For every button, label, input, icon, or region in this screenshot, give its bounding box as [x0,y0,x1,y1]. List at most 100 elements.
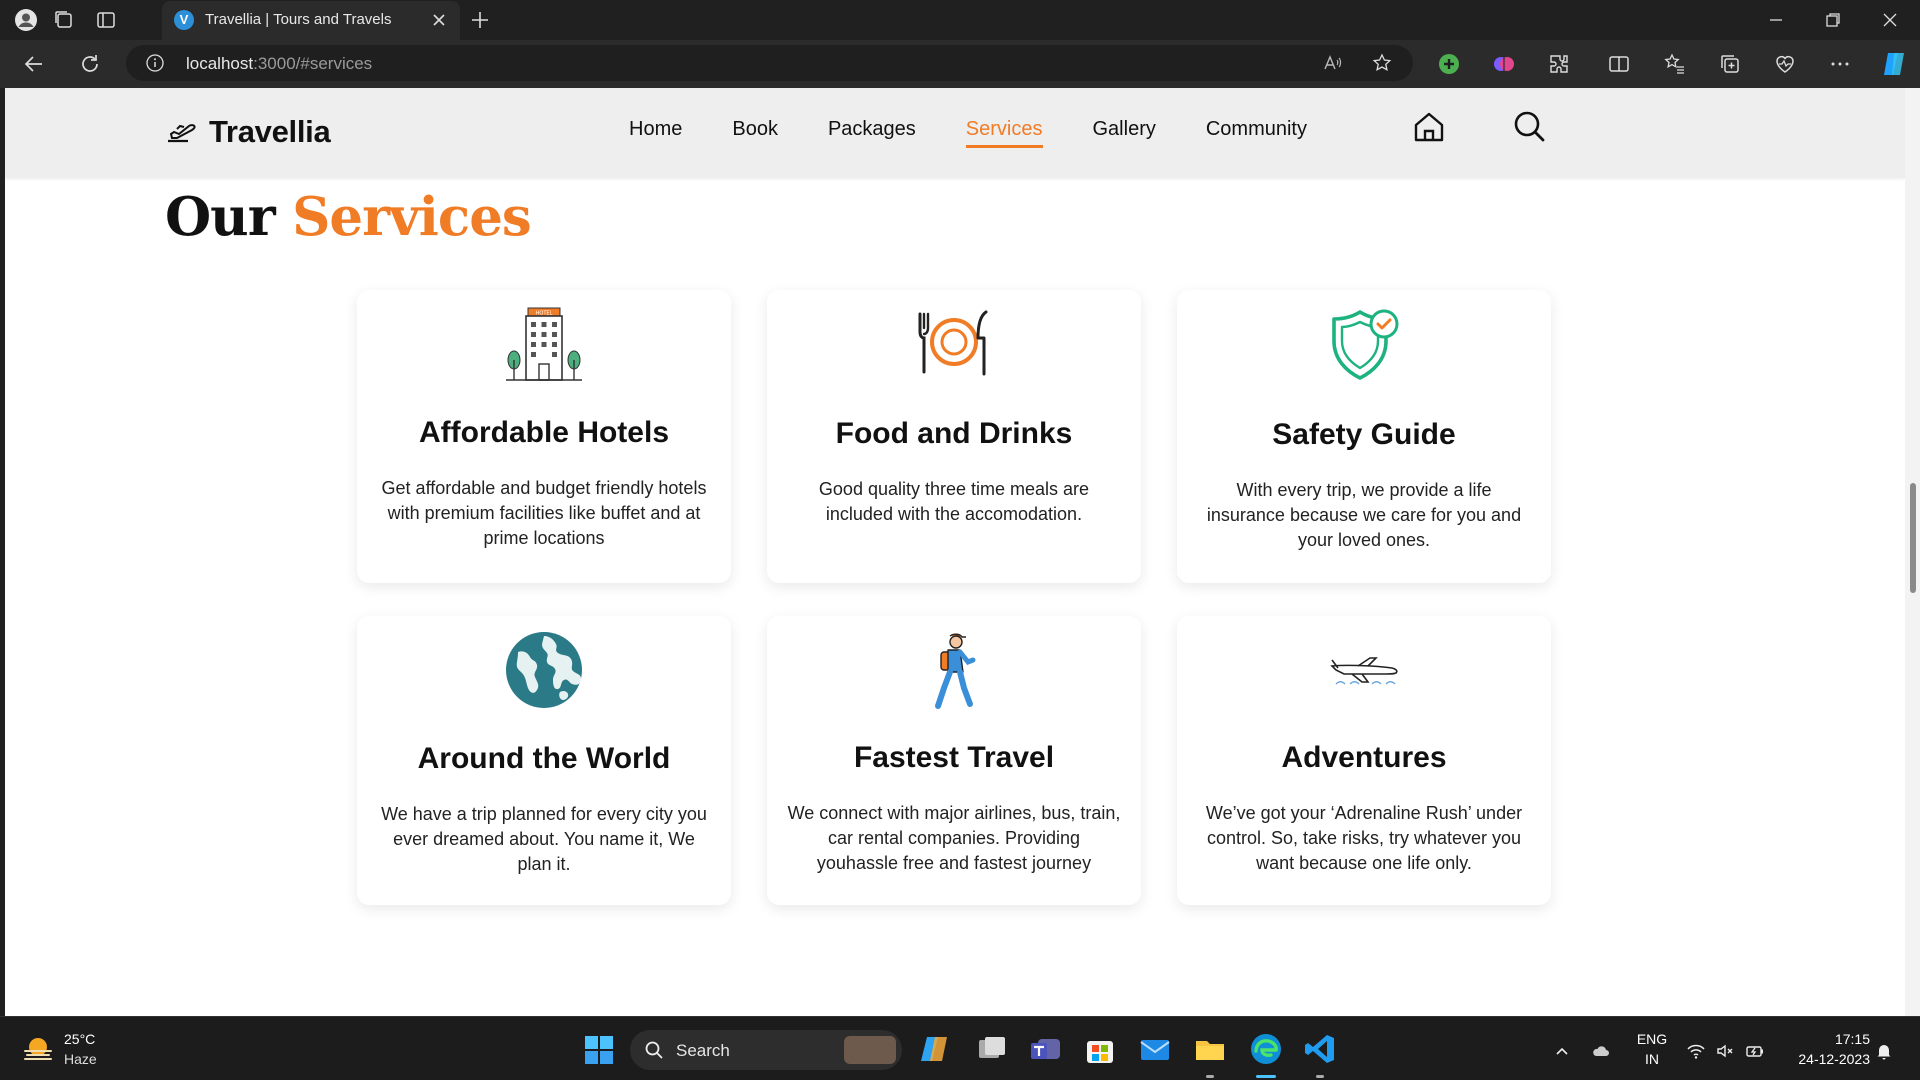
edge-browser-icon[interactable] [1248,1031,1284,1067]
search-icon [645,1041,663,1059]
close-tab-icon[interactable] [428,9,450,31]
nav-services[interactable]: Services [965,118,1043,148]
restore-icon[interactable] [1819,6,1847,34]
site-header: Travellia Home Book Packages Services Ga… [5,88,1905,178]
site-info-icon[interactable] [146,54,164,72]
card-text: Get affordable and budget friendly hotel… [381,478,707,548]
profile-icon[interactable] [14,8,38,32]
site-logo[interactable]: Travellia [165,112,331,152]
home-icon[interactable] [1411,109,1447,145]
card-text: We connect with major airlines, bus, tra… [787,803,1121,873]
nav-community[interactable]: Community [1206,118,1307,148]
minimize-icon[interactable] [1762,6,1790,34]
nav-gallery[interactable]: Gallery [1093,118,1156,148]
wifi-icon[interactable] [1686,1041,1706,1061]
copilot-preview-app-icon[interactable] [918,1031,954,1067]
card-title: Around the World [417,742,671,775]
nav-home[interactable]: Home [629,118,682,148]
split-screen-icon[interactable] [1607,52,1631,76]
extension-green-icon[interactable] [1437,52,1461,76]
copilot-icon[interactable] [1880,49,1910,79]
url-host: localhost [186,54,254,73]
service-card-food[interactable]: Food and Drinks Good quality three time … [767,290,1141,583]
taskbar-search-placeholder: Search [676,1041,730,1060]
heading-plain: Our [165,186,276,248]
workspaces-icon[interactable] [52,8,76,32]
scrollbar-thumb[interactable] [1910,483,1916,593]
browser-tab-active[interactable]: V Travellia | Tours and Travels [162,1,460,40]
battery-charging-icon[interactable] [1745,1041,1765,1061]
back-icon[interactable] [22,52,46,76]
card-title: Safety Guide [1272,418,1456,451]
service-card-travel[interactable]: Fastest Travel We connect with major air… [767,616,1141,905]
search-icon[interactable] [1511,109,1547,145]
onedrive-cloud-icon[interactable] [1591,1041,1611,1061]
collections-icon[interactable] [1718,52,1742,76]
card-title: Adventures [1281,741,1447,774]
browser-toolbar: localhost:3000/#services [0,40,1920,88]
windows-taskbar: 25°C Haze Search ENG IN 17:15 24-12-2023 [0,1016,1920,1080]
nav-book[interactable]: Book [732,118,778,148]
address-bar[interactable]: localhost:3000/#services [126,45,1413,81]
teams-icon[interactable] [1028,1031,1064,1067]
read-aloud-icon[interactable] [1322,53,1342,73]
heading-accent: Services [292,186,532,248]
airplane-logo-icon [168,124,196,143]
refresh-icon[interactable] [78,52,102,76]
shield-check-icon [1332,309,1399,380]
search-highlight-image [844,1036,896,1064]
service-card-world[interactable]: Around the World We have a trip planned … [357,616,731,905]
browser-essentials-icon[interactable] [1773,52,1797,76]
windows-start-icon[interactable] [584,1035,614,1065]
chevron-up-icon[interactable] [1552,1041,1572,1061]
browser-titlebar: V Travellia | Tours and Travels [0,0,1920,40]
extensions-icon[interactable] [1547,52,1571,76]
fork-plate-knife-icon [918,310,988,376]
haze-weather-icon[interactable] [22,1035,54,1063]
clock-time[interactable]: 17:15 [1784,1031,1870,1047]
mail-icon[interactable] [1137,1031,1173,1067]
service-card-adventures[interactable]: Adventures We’ve got your ‘Adrenaline Ru… [1177,616,1551,905]
volume-muted-icon[interactable] [1715,1041,1735,1061]
service-card-safety[interactable]: Safety Guide With every trip, we provide… [1177,290,1551,583]
services-heading: Our Services [165,186,532,248]
extension-brain-icon[interactable] [1492,52,1516,76]
favorite-star-icon[interactable] [1372,53,1392,73]
favorites-icon[interactable] [1663,52,1687,76]
main-nav: Home Book Packages Services Gallery Comm… [629,118,1357,148]
weather-temperature[interactable]: 25°C [64,1031,95,1047]
airplane-icon [1330,657,1398,685]
tab-actions-icon[interactable] [94,8,118,32]
new-tab-icon[interactable] [468,8,492,32]
nav-packages[interactable]: Packages [828,118,916,148]
taskbar-search[interactable]: Search [630,1030,902,1070]
vscode-icon[interactable] [1302,1031,1338,1067]
url-text[interactable]: localhost:3000/#services [186,54,372,74]
globe-icon [506,632,582,708]
walking-traveler-icon [935,633,976,709]
close-window-icon[interactable] [1876,6,1904,34]
explorer-running-indicator [1206,1075,1214,1078]
clock-date[interactable]: 24-12-2023 [1784,1051,1870,1067]
language-region[interactable]: IN [1632,1051,1672,1067]
card-text: Good quality three time meals are includ… [818,479,1090,524]
more-menu-icon[interactable] [1828,52,1852,76]
page-scrollbar[interactable] [1905,88,1920,1016]
notification-bell-icon[interactable] [1874,1041,1894,1061]
file-explorer-icon[interactable] [1192,1031,1228,1067]
url-path: :3000/#services [253,54,373,73]
edge-active-indicator [1256,1075,1276,1078]
service-card-hotels[interactable]: HOTEL Affordable Hotels Get affordable a… [357,290,731,583]
weather-description[interactable]: Haze [64,1051,97,1067]
task-view-icon[interactable] [974,1031,1010,1067]
page-viewport: Travellia Home Book Packages Services Ga… [5,88,1905,1016]
hotel-building-icon: HOTEL [506,307,582,381]
tab-title: Travellia | Tours and Travels [205,11,392,28]
tab-favicon: V [174,10,194,30]
card-text: We have a trip planned for every city yo… [381,804,707,874]
microsoft-store-icon[interactable] [1082,1031,1118,1067]
card-title: Affordable Hotels [418,416,670,449]
language-code[interactable]: ENG [1632,1031,1672,1047]
vscode-running-indicator [1316,1075,1324,1078]
brand-name: Travellia [209,114,331,149]
